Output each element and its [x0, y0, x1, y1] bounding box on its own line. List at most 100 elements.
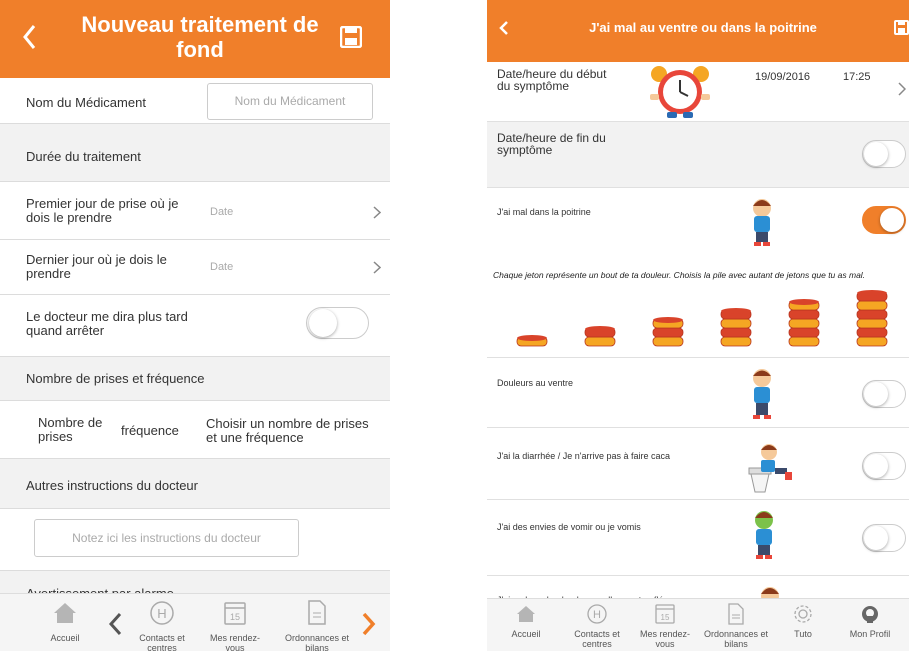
page-title: J'ai mal au ventre ou dans la poitrine — [589, 20, 817, 35]
child-toilet-icon — [748, 444, 792, 493]
other-instructions-label: Autres instructions du docteur — [26, 478, 198, 493]
nav-label: Contacts et centres — [574, 629, 620, 649]
end-datetime-label: Date/heure de fin du symptôme — [497, 131, 606, 157]
first-day-label: Premier jour de prise où je dois le pren… — [26, 196, 179, 225]
end-datetime-row: Date/heure de fin du symptôme — [487, 122, 909, 188]
gear-icon — [794, 605, 812, 623]
house-icon — [517, 606, 535, 622]
medication-name-row: Nom du Médicament Nom du Médicament — [0, 78, 390, 124]
pain-scale-instructions: Chaque jeton représente un bout de ta do… — [493, 270, 866, 280]
toggle-knob — [864, 142, 888, 166]
duration-label: Durée du traitement — [26, 149, 141, 164]
first-day-row[interactable]: Premier jour de prise où je dois le pren… — [0, 182, 390, 240]
symptom-label: Douleurs au ventre — [497, 378, 574, 388]
calendar-icon: 15 — [224, 602, 246, 625]
nav-next-chevron-icon[interactable] — [362, 612, 376, 636]
symptom-toggle[interactable] — [862, 524, 906, 552]
nav-profile[interactable]: Mon Profil — [839, 601, 901, 651]
profile-icon — [862, 606, 878, 623]
calendar-day: 15 — [661, 613, 670, 622]
document-icon — [308, 600, 326, 625]
doses-frequency-row[interactable]: Nombre de prises fréquence Choisir un no… — [0, 401, 390, 459]
coin-pile-5[interactable] — [788, 299, 820, 347]
page-title: Nouveau traitement de fond — [81, 12, 319, 62]
nav-prescriptions[interactable]: Ordonnances et bilans — [702, 601, 770, 651]
chevron-right-icon — [898, 82, 906, 96]
other-instructions-header: Autres instructions du docteur — [0, 459, 390, 509]
chest-pain-toggle[interactable] — [862, 206, 906, 234]
last-day-date[interactable]: Date — [210, 261, 233, 273]
child-nausea-icon — [755, 511, 773, 559]
house-icon — [54, 603, 76, 623]
header: Nouveau traitement de fond — [0, 0, 390, 78]
nav-appointments[interactable]: 15 Mes rendez-vous — [207, 598, 263, 651]
chest-pain-row: J'ai mal dans la poitrine Chaque jeton r… — [487, 188, 909, 358]
frequency-label: fréquence — [121, 423, 179, 438]
chest-pain-label: J'ai mal dans la poitrine — [497, 207, 591, 217]
bottom-navigation: Accueil H Contacts et centres 15 Mes ren… — [0, 593, 390, 651]
calendar-icon: 15 — [655, 604, 675, 624]
nav-appointments[interactable]: 15 Mes rendez-vous — [637, 601, 693, 651]
start-date[interactable]: 19/09/2016 — [755, 71, 810, 83]
doses-label: Nombre de prises et fréquence — [26, 371, 205, 386]
nav-label: Accueil — [50, 633, 80, 643]
toggle-knob — [864, 454, 888, 478]
nav-contacts[interactable]: H Contacts et centres — [567, 601, 627, 651]
medication-name-label: Nom du Médicament — [26, 95, 146, 110]
nav-prev-chevron-icon[interactable] — [108, 612, 122, 636]
toggle-knob — [880, 208, 904, 232]
nav-tuto[interactable]: Tuto — [781, 601, 825, 651]
svg-text:H: H — [593, 609, 601, 621]
doctor-instructions-input[interactable]: Notez ici les instructions du docteur — [34, 519, 299, 557]
hospital-icon: H — [150, 601, 174, 625]
nav-prescriptions[interactable]: Ordonnances et bilans — [282, 598, 352, 651]
dose-count-label: Nombre de prises — [38, 415, 103, 444]
last-day-label: Dernier jour où je dois le prendre — [26, 252, 167, 281]
coin-pile-3[interactable] — [652, 317, 684, 347]
toggle-knob — [864, 526, 888, 550]
last-day-row[interactable]: Dernier jour où je dois le prendre Date — [0, 240, 390, 295]
nav-label: Ordonnances et bilans — [284, 633, 350, 651]
coin-pile-6[interactable] — [856, 290, 888, 347]
nav-label: Mon Profil — [849, 629, 891, 639]
calendar-day: 15 — [230, 612, 240, 622]
choose-frequency-label: Choisir un nombre de prises et une fréqu… — [206, 416, 369, 445]
nav-label: Mes rendez-vous — [209, 633, 261, 651]
pain-scale-coin-piles[interactable] — [507, 290, 907, 352]
chevron-right-icon — [373, 261, 381, 274]
first-day-date[interactable]: Date — [210, 206, 233, 218]
start-time[interactable]: 17:25 — [843, 71, 871, 83]
child-chest-pain-icon — [753, 199, 771, 246]
chevron-right-icon — [373, 206, 381, 219]
medication-name-input[interactable]: Nom du Médicament — [207, 83, 373, 120]
coin-pile-1[interactable] — [516, 335, 548, 347]
symptom-row: J'ai des envies de vomir ou je vomis — [487, 500, 909, 576]
nav-accueil[interactable]: Accueil — [42, 598, 88, 651]
save-icon[interactable] — [894, 20, 909, 35]
doctor-stop-row: Le docteur me dira plus tard quand arrêt… — [0, 295, 390, 357]
hospital-icon: H — [587, 604, 607, 624]
back-chevron-icon[interactable] — [22, 24, 36, 50]
symptom-label: J'ai des envies de vomir ou je vomis — [497, 522, 641, 532]
coin-pile-4[interactable] — [720, 308, 752, 347]
symptom-toggle[interactable] — [862, 452, 906, 480]
coin-pile-2[interactable] — [584, 326, 616, 347]
document-icon — [728, 603, 744, 625]
toggle-knob — [864, 382, 888, 406]
nav-label: Tuto — [794, 629, 812, 639]
symptom-row: J'ai la diarrhée / Je n'arrive pas à fai… — [487, 428, 909, 500]
header: J'ai mal au ventre ou dans la poitrine — [487, 0, 909, 62]
save-icon[interactable] — [340, 26, 362, 48]
back-chevron-icon[interactable] — [499, 20, 509, 36]
nav-accueil[interactable]: Accueil — [497, 601, 555, 651]
symptom-toggle[interactable] — [862, 380, 906, 408]
symptom-screen: J'ai mal au ventre ou dans la poitrine D… — [487, 0, 909, 651]
end-datetime-toggle[interactable] — [862, 140, 906, 168]
doctor-stop-label: Le docteur me dira plus tard quand arrêt… — [26, 309, 188, 338]
nav-label: Mes rendez-vous — [639, 629, 691, 649]
nav-contacts[interactable]: H Contacts et centres — [134, 598, 190, 651]
doses-section-header: Nombre de prises et fréquence — [0, 357, 390, 401]
start-datetime-row[interactable]: Date/heure du début du symptôme 19/09/20… — [487, 62, 909, 122]
doctor-stop-toggle[interactable] — [306, 307, 369, 339]
new-treatment-screen: Nouveau traitement de fond Nom du Médica… — [0, 0, 390, 651]
